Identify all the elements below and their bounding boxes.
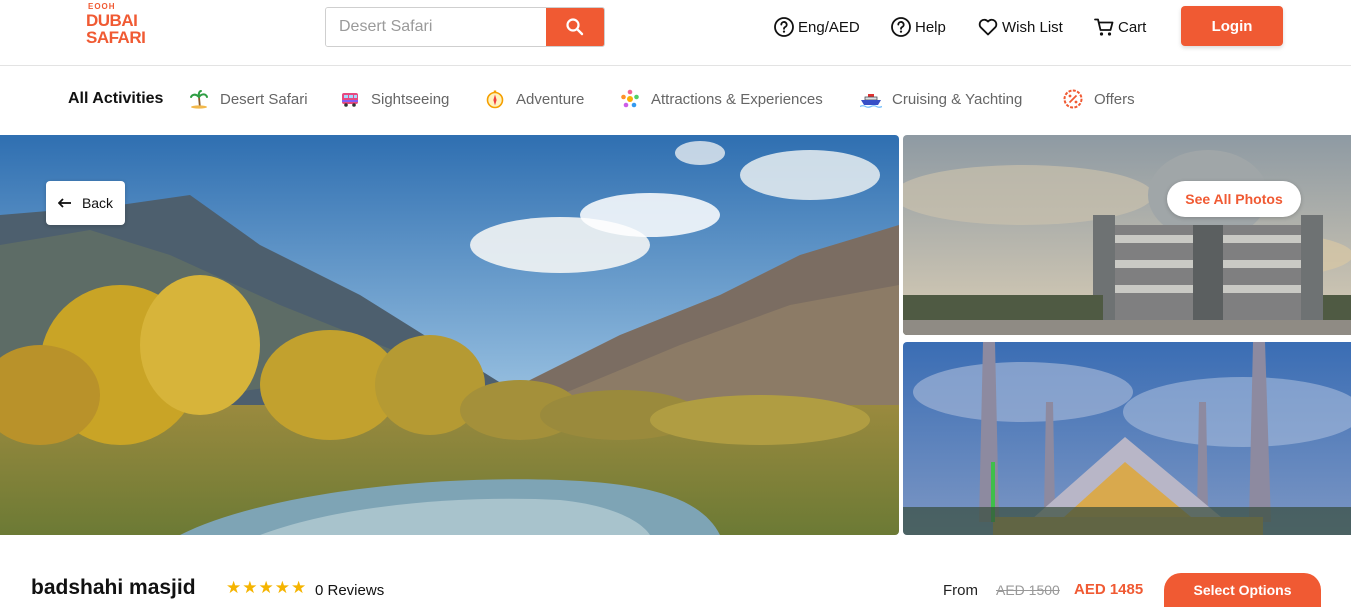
side-photo-bottom[interactable] bbox=[903, 342, 1351, 535]
search-button[interactable] bbox=[546, 8, 604, 46]
palm-tree-icon bbox=[188, 88, 210, 110]
category-offers[interactable]: Offers bbox=[1062, 88, 1135, 110]
logo-line1: DUBAI bbox=[86, 11, 138, 30]
category-label: Desert Safari bbox=[220, 90, 308, 108]
main-photo[interactable] bbox=[0, 135, 899, 535]
arrow-left-icon bbox=[57, 198, 71, 208]
percent-badge-icon bbox=[1062, 88, 1084, 110]
listing-title: badshahi masjid bbox=[31, 576, 196, 599]
wish-list-label: Wish List bbox=[1002, 18, 1063, 36]
search-bar bbox=[325, 7, 605, 47]
star-rating: ★★★★★ bbox=[226, 578, 308, 597]
category-label: Adventure bbox=[516, 90, 585, 108]
ferris-wheel-icon bbox=[619, 88, 641, 110]
category-label: Sightseeing bbox=[371, 90, 450, 108]
discounted-price: AED 1485 bbox=[1074, 581, 1144, 598]
original-price: AED 1500 bbox=[996, 582, 1060, 598]
help-link[interactable]: Help bbox=[890, 16, 946, 38]
cart-label: Cart bbox=[1118, 18, 1147, 36]
site-logo[interactable]: EOOH DUBAI SAFARI bbox=[86, 2, 146, 46]
language-currency-label: Eng/AED bbox=[798, 18, 860, 36]
logo-line2: SAFARI bbox=[86, 28, 146, 47]
help-circle-icon bbox=[774, 17, 794, 37]
see-all-photos-button[interactable]: See All Photos bbox=[1167, 181, 1301, 217]
category-label: Cruising & Yachting bbox=[892, 90, 1023, 108]
help-circle-icon bbox=[891, 17, 911, 37]
help-label: Help bbox=[915, 18, 946, 36]
heart-icon bbox=[978, 18, 998, 36]
wish-list-link[interactable]: Wish List bbox=[977, 16, 1063, 38]
cart-icon bbox=[1094, 18, 1114, 36]
login-button[interactable]: Login bbox=[1181, 6, 1283, 46]
select-options-button[interactable]: Select Options bbox=[1164, 573, 1321, 607]
category-attractions[interactable]: Attractions & Experiences bbox=[619, 88, 823, 110]
category-desert-safari[interactable]: Desert Safari bbox=[188, 88, 308, 110]
from-label: From bbox=[943, 582, 978, 599]
top-header: EOOH DUBAI SAFARI Eng/AED Help bbox=[0, 0, 1351, 66]
category-bar: All Activities Desert Safari Sightseeing bbox=[0, 66, 1351, 135]
ship-icon bbox=[860, 88, 882, 110]
logo-small-text: EOOH bbox=[88, 2, 116, 11]
all-activities-link[interactable]: All Activities bbox=[68, 90, 163, 108]
bus-icon bbox=[339, 88, 361, 110]
reviews-count[interactable]: 0 Reviews bbox=[315, 582, 384, 599]
category-label: Offers bbox=[1094, 90, 1135, 108]
back-label: Back bbox=[81, 195, 114, 211]
category-label: Attractions & Experiences bbox=[651, 90, 823, 108]
category-sightseeing[interactable]: Sightseeing bbox=[339, 88, 449, 110]
language-currency-link[interactable]: Eng/AED bbox=[773, 16, 860, 38]
side-photo-top[interactable] bbox=[903, 135, 1351, 335]
category-adventure[interactable]: Adventure bbox=[484, 88, 584, 110]
back-button[interactable]: Back bbox=[46, 181, 125, 225]
search-icon bbox=[566, 18, 584, 36]
cart-link[interactable]: Cart bbox=[1093, 16, 1146, 38]
compass-icon bbox=[484, 88, 506, 110]
search-input[interactable] bbox=[326, 8, 546, 46]
category-cruising[interactable]: Cruising & Yachting bbox=[860, 88, 1022, 110]
